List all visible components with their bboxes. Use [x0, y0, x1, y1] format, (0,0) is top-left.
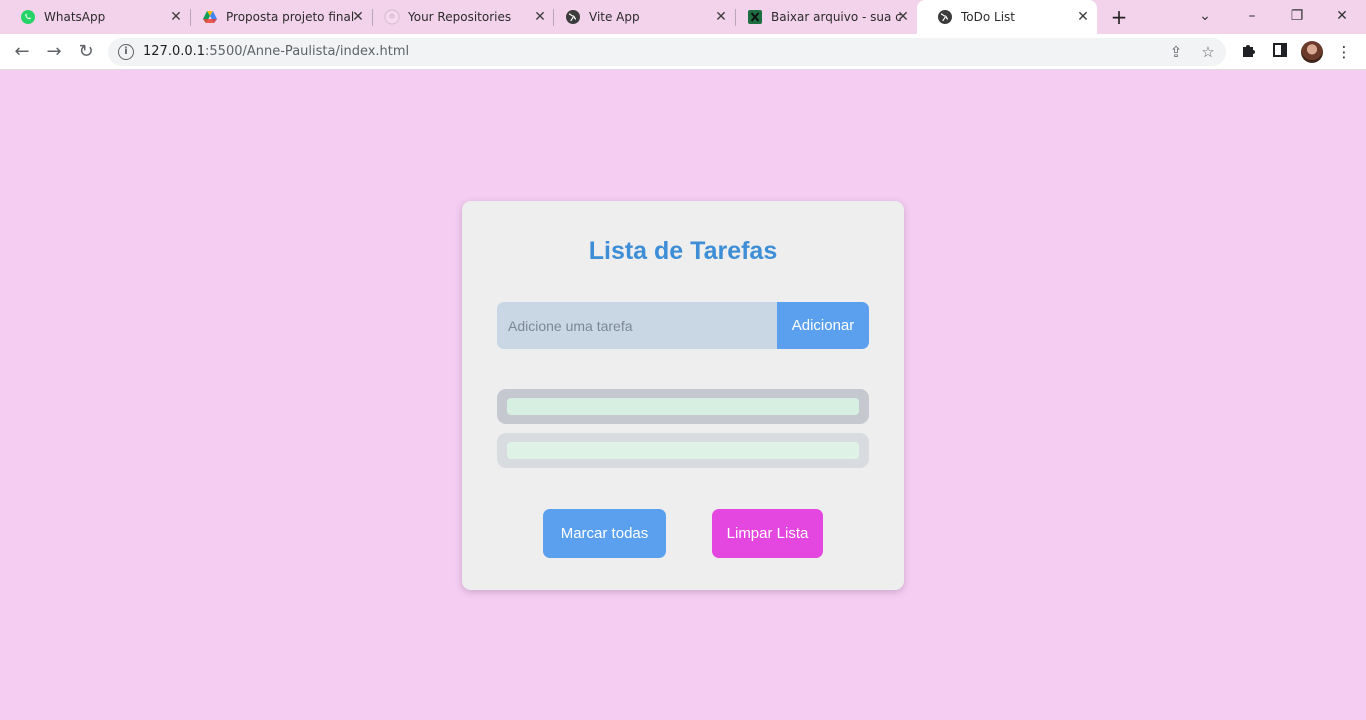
url-host: 127.0.0.1 [143, 44, 206, 59]
clear-list-button[interactable]: Limpar Lista [712, 509, 823, 558]
excel-icon [747, 9, 763, 25]
tab-baixar-arquivo[interactable]: Baixar arquivo - sua c ✕ [727, 0, 917, 34]
page-title: Lista de Tarefas [588, 237, 778, 265]
tab-search-chevron-icon[interactable]: ⌄ [1193, 5, 1217, 27]
task-item-text [507, 442, 859, 459]
address-bar[interactable]: i 127.0.0.1:5500/Anne-Paulista/index.htm… [108, 38, 1226, 66]
more-menu-icon[interactable]: ⋮ [1334, 42, 1354, 62]
task-input[interactable] [497, 302, 778, 349]
tab-repositories[interactable]: Your Repositories ✕ [364, 0, 554, 34]
tab-proposta[interactable]: Proposta projeto final ✕ [182, 0, 372, 34]
extensions-puzzle-icon[interactable] [1238, 42, 1258, 62]
globe-icon [565, 9, 581, 25]
task-item-text [507, 398, 859, 415]
bookmark-star-icon[interactable]: ☆ [1199, 43, 1217, 61]
browser-tab-strip: WhatsApp ✕ Proposta projeto final ✕ Your… [0, 0, 1366, 34]
tab-vite-app[interactable]: Vite App ✕ [545, 0, 735, 34]
close-window-icon[interactable]: ✕ [1330, 5, 1354, 27]
github-icon [384, 9, 400, 25]
url-path: :5500/Anne-Paulista/index.html [205, 44, 410, 59]
tab-todo-list[interactable]: ToDo List ✕ [917, 0, 1097, 34]
reload-icon[interactable]: ↻ [74, 40, 98, 64]
profile-avatar[interactable] [1301, 41, 1323, 63]
mark-all-button[interactable]: Marcar todas [543, 509, 666, 558]
close-icon[interactable]: ✕ [1075, 9, 1091, 25]
share-icon[interactable]: ⇪ [1167, 43, 1185, 61]
tab-whatsapp[interactable]: WhatsApp ✕ [0, 0, 190, 34]
list-item[interactable] [497, 433, 869, 468]
address-url: 127.0.0.1:5500/Anne-Paulista/index.html [143, 44, 409, 59]
forward-arrow-icon[interactable]: → [42, 40, 66, 64]
site-info-icon[interactable]: i [118, 44, 134, 60]
todo-card: Lista de Tarefas Adicionar Marcar todas … [462, 201, 904, 590]
back-arrow-icon[interactable]: ← [10, 40, 34, 64]
globe-icon [937, 9, 953, 25]
whatsapp-icon [20, 9, 36, 25]
restore-icon[interactable]: ❐ [1285, 5, 1309, 27]
browser-toolbar: ← → ↻ i 127.0.0.1:5500/Anne-Paulista/ind… [0, 34, 1366, 70]
add-task-button[interactable]: Adicionar [777, 302, 869, 349]
list-item[interactable] [497, 389, 869, 424]
new-tab-button[interactable]: + [1109, 7, 1129, 27]
close-icon[interactable]: ✕ [895, 9, 911, 25]
google-drive-icon [202, 9, 218, 25]
side-panel-icon[interactable] [1270, 42, 1290, 62]
minimize-icon[interactable]: – [1240, 5, 1264, 27]
